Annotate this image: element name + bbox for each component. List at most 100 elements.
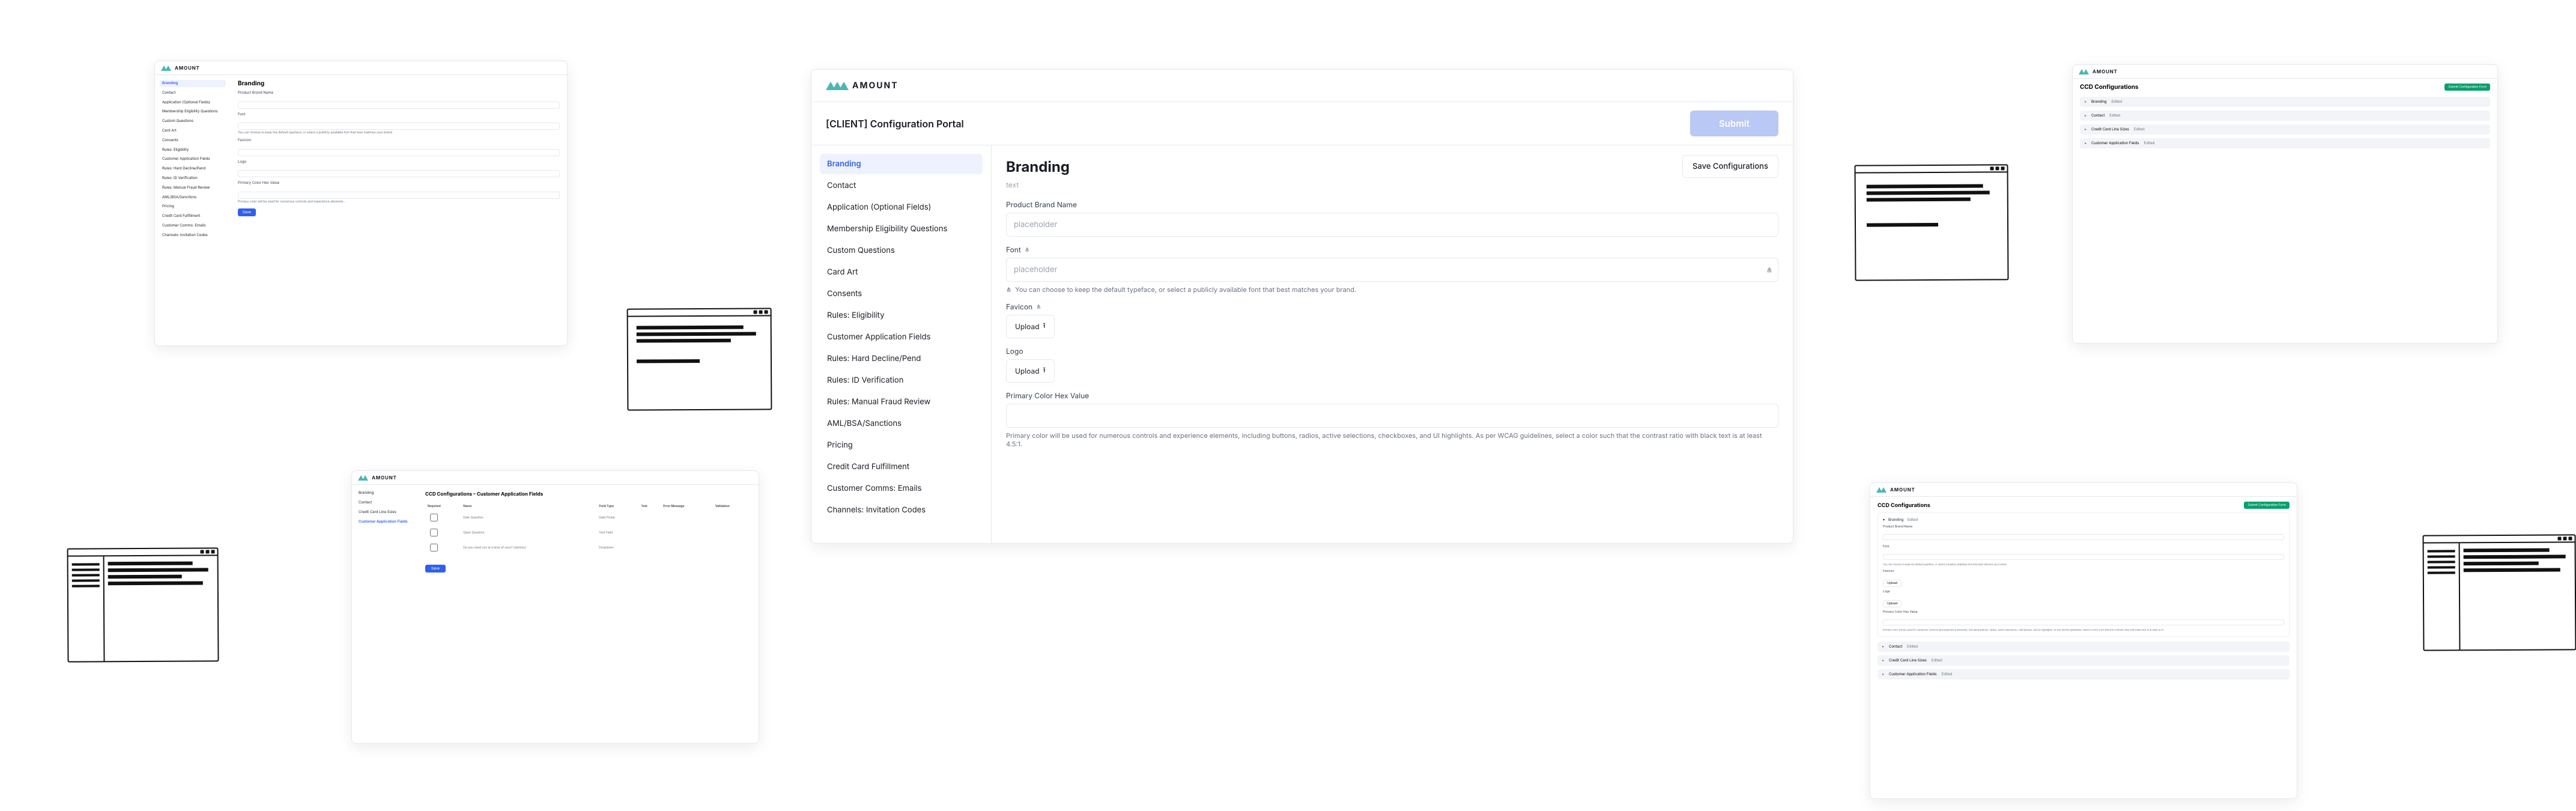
col-header: Name (461, 503, 596, 510)
nav-item[interactable]: Card Art (820, 262, 983, 282)
mini-input[interactable] (238, 123, 560, 130)
config-sidebar: BrandingContactApplication (Optional Fie… (811, 145, 992, 543)
table-row: Date QuestionDate Picker (425, 510, 751, 525)
save-button[interactable]: Save (238, 208, 256, 216)
row-name: Credit Card Line Sizes (2091, 127, 2129, 132)
nav-item[interactable]: Branding (160, 80, 226, 87)
nav-item[interactable]: Rules: Eligibility (160, 147, 226, 154)
col-header: Error Message (661, 503, 713, 510)
save-button[interactable]: Save (425, 565, 446, 573)
input[interactable] (1883, 554, 2284, 560)
input[interactable] (1883, 619, 2284, 625)
chevron-down-icon[interactable]: ▾ (1883, 518, 1885, 522)
save-configurations-button[interactable]: Save Configurations (1682, 155, 1778, 178)
panel-name: Branding (1888, 518, 1903, 522)
nav-item[interactable]: Credit Card Fulfillment (160, 213, 226, 220)
ccd-title: CCD Configurations (2080, 84, 2139, 91)
mini-input[interactable] (238, 149, 560, 156)
mini-input[interactable] (238, 192, 560, 199)
ccd-accordion: AMOUNT CCD Configurations Submit Configu… (2072, 64, 2498, 344)
nav-item[interactable]: Contact (357, 499, 413, 506)
product-brand-input[interactable] (1006, 213, 1778, 237)
nav-item[interactable]: AML/BSA/Sanctions (160, 194, 226, 201)
nav-item[interactable]: Membership Eligibility Questions (160, 108, 226, 115)
nav-item[interactable]: Branding (820, 154, 983, 174)
favicon-upload-button[interactable]: Upload ⭱ (1006, 315, 1055, 338)
font-label: Font ⋔ (1006, 245, 1778, 254)
nav-item[interactable]: Rules: Hard Decline/Pend (160, 165, 226, 172)
accordion-row[interactable]: ▸Credit Card Line SizesEdited (2080, 124, 2490, 135)
nav-item[interactable]: Credit Card Fulfillment (820, 457, 983, 477)
info-icon: ⋔ (1036, 303, 1041, 311)
font-input[interactable] (1006, 258, 1778, 282)
nav-item[interactable]: Customer Comms: Emails (160, 222, 226, 229)
ccd-title: CCD Configurations (1877, 502, 1930, 509)
nav-item[interactable]: Card Art (160, 127, 226, 135)
font-menu-icon[interactable]: ⋔ (1766, 266, 1772, 275)
nav-item[interactable]: Channels: Invitation Codes (820, 500, 983, 520)
nav-item[interactable]: Customer Application Fields (357, 518, 413, 525)
submit-config-button[interactable]: Submit Configuration Form (2244, 502, 2290, 509)
primary-color-label: Primary Color Hex Value (1006, 391, 1778, 400)
mini-sidebar: Branding Contact Credit Card Line Sizes Cus… (352, 485, 418, 743)
mini-heading: CCD Configurations – Customer Applicatio… (425, 491, 751, 497)
input[interactable] (1883, 534, 2284, 540)
nav-item[interactable]: Rules: Manual Fraud Review (820, 392, 983, 412)
nav-item[interactable]: Branding (357, 490, 413, 496)
submit-button[interactable]: Submit (1690, 111, 1778, 136)
nav-item[interactable]: AML/BSA/Sanctions (820, 413, 983, 434)
chevron-right-icon: ▸ (2085, 114, 2087, 118)
nav-item[interactable]: Rules: Eligibility (820, 305, 983, 326)
nav-item[interactable]: Pricing (160, 203, 226, 210)
accordion-row[interactable]: ▸Customer Application FieldsEdited (2080, 138, 2490, 148)
required-checkbox[interactable] (430, 544, 438, 551)
nav-item[interactable]: Rules: ID Verification (160, 175, 226, 182)
nav-item[interactable]: Custom Questions (820, 240, 983, 261)
accordion-row[interactable]: ▸Credit Card Line SizesEdited (1877, 655, 2290, 666)
nav-item[interactable]: Consents (160, 137, 226, 144)
nav-item[interactable]: Contact (160, 90, 226, 97)
label: Logo (1883, 590, 2284, 594)
logo-row: AMOUNT (155, 61, 567, 75)
branding-panel-open: ▾ Branding Edited Product Brand Name Fon… (1877, 512, 2290, 637)
section-subtext: text (1006, 180, 1778, 189)
nav-item[interactable]: Consents (820, 284, 983, 304)
primary-color-input[interactable] (1006, 404, 1778, 428)
nav-item[interactable]: Pricing (820, 435, 983, 455)
nav-item[interactable]: Contact (820, 175, 983, 196)
nav-item[interactable]: Rules: ID Verification (820, 370, 983, 390)
nav-item[interactable]: Membership Eligibility Questions (820, 219, 983, 239)
required-checkbox[interactable] (430, 529, 438, 536)
nav-item[interactable]: Application (Optional Fields) (160, 99, 226, 106)
nav-item[interactable]: Channels: Invitation Codes (160, 232, 226, 239)
fields-mini: AMOUNT BrandingContactCredit Card Line S… (351, 470, 759, 744)
panel-status: Edited (1907, 518, 1918, 522)
accordion-row[interactable]: ▸Customer Application FieldsEdited (1877, 669, 2290, 679)
accordion-row[interactable]: ▸BrandingEdited (2080, 97, 2490, 107)
accordion-row[interactable]: ▸ContactEdited (1877, 642, 2290, 652)
nav-item[interactable]: Customer Application Fields (820, 327, 983, 347)
mini-input[interactable] (238, 102, 560, 109)
row-status: Edited (2144, 141, 2155, 145)
hint: You can choose to keep the default typef… (1883, 563, 2284, 566)
upload-icon: ⭱ (1043, 320, 1046, 333)
amount-logo: AMOUNT (161, 65, 561, 71)
nav-item[interactable]: Rules: Manual Fraud Review (160, 184, 226, 192)
config-portal-main: AMOUNT [CLIENT] Configuration Portal Sub… (811, 69, 1793, 544)
accordion-row[interactable]: ▸ContactEdited (2080, 111, 2490, 121)
ccd-expanded: AMOUNT CCD Configurations Submit Configu… (1870, 482, 2297, 799)
nav-item[interactable]: Custom Questions (160, 118, 226, 125)
logo-word: AMOUNT (852, 80, 899, 91)
nav-item[interactable]: Application (Optional Fields) (820, 197, 983, 217)
mini-input[interactable] (238, 170, 560, 177)
upload-button[interactable]: Upload (1883, 600, 1902, 607)
required-checkbox[interactable] (430, 514, 438, 521)
nav-item[interactable]: Credit Card Line Sizes (357, 509, 413, 515)
logo-upload-button[interactable]: Upload ⭱ (1006, 359, 1055, 383)
submit-config-button[interactable]: Submit Configuration Form (2444, 84, 2490, 91)
chevron-right-icon: ▸ (1882, 672, 1884, 676)
nav-item[interactable]: Customer Application Fields (160, 156, 226, 163)
upload-button[interactable]: Upload (1883, 580, 1902, 587)
nav-item[interactable]: Rules: Hard Decline/Pend (820, 348, 983, 369)
nav-item[interactable]: Customer Comms: Emails (820, 478, 983, 499)
